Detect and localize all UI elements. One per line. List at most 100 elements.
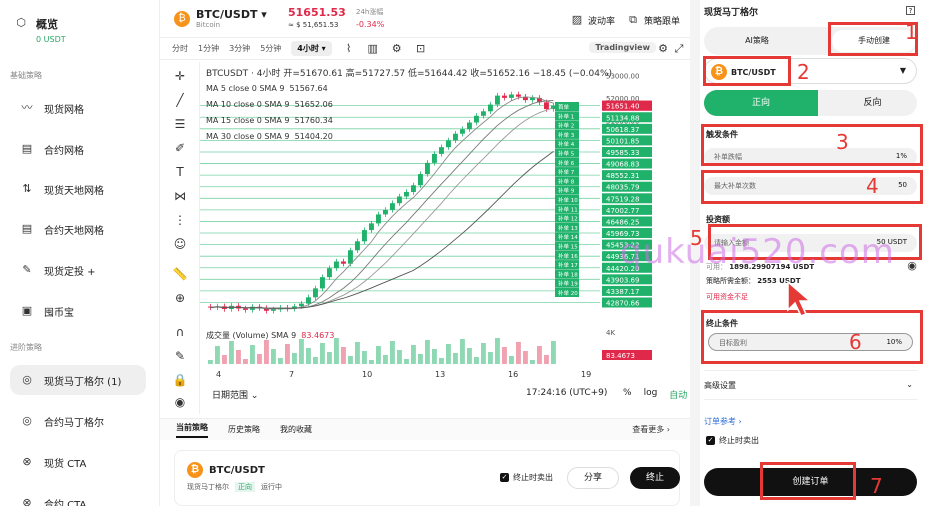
sidebar: ⬡ 概览 0 USDT 基础策略 〰现货网格 ▤ 合约网格 ⇅ 现货天地网格 ▤ 合约… — [0, 0, 160, 506]
grid-price-label: 47002.77 — [606, 207, 639, 215]
order-label: 补单 9 — [558, 187, 575, 195]
date-range-button[interactable]: 日期范围 ⌄ — [212, 388, 258, 401]
auto-toggle[interactable]: 自动 — [669, 388, 687, 401]
candle-body — [453, 133, 458, 141]
lock-draw-icon[interactable]: ✎ — [172, 348, 188, 364]
sidebar-item-spot-dca[interactable]: ✎ 现货定投 + — [10, 255, 146, 285]
magnet-icon[interactable]: ∩ — [172, 324, 188, 340]
mode-ai-tab[interactable]: AI策略 — [704, 27, 810, 55]
direction-short-button[interactable]: 反向 — [828, 90, 917, 116]
sidebar-item-label: 现货网格 — [44, 104, 84, 116]
candle-type-icon[interactable]: ▥ — [366, 42, 380, 56]
direction-long-button[interactable]: 正向 — [704, 90, 818, 116]
tradingview-toggle[interactable]: Tradingview — [589, 42, 656, 53]
stop-sell-checkbox[interactable]: ✓ 终止时卖出 — [706, 435, 759, 446]
card-direction-tag: 正向 — [235, 482, 255, 492]
candle-body — [306, 297, 311, 304]
camera-icon[interactable]: ⊡ — [414, 42, 428, 56]
volume-bar — [502, 347, 507, 364]
tf-3m[interactable]: 3分钟 — [229, 43, 250, 54]
lock-icon[interactable]: 🔒 — [172, 372, 188, 388]
sidebar-item-spot-grid[interactable]: 〰现货网格 — [10, 93, 146, 123]
candle-body — [397, 196, 402, 204]
trendline-icon[interactable]: ╱ — [172, 92, 188, 108]
candle-body — [439, 147, 444, 154]
text-icon[interactable]: T — [172, 164, 188, 180]
zoom-in-icon[interactable]: ⊕ — [172, 290, 188, 306]
volume-bar — [516, 342, 521, 364]
main-panel: ₿ BTC/USDT ▾ Bitcoin 51651.53 ≈ $ 51,651… — [160, 0, 690, 506]
price-chart[interactable]: 53000.0052000.0051000.0050000.0049000.00… — [200, 62, 690, 386]
candle-body — [460, 129, 465, 134]
card-stop-sell-checkbox[interactable]: ✓ 终止时卖出 — [500, 472, 553, 483]
sidebar-item-hodl[interactable]: ▣ 囤币宝 — [10, 296, 146, 326]
hlines-icon[interactable]: ☰ — [172, 116, 188, 132]
copy-trade-button[interactable]: ⧉ 策略跟单 — [626, 13, 680, 27]
advanced-settings[interactable]: 高级设置 ⌄ — [704, 370, 917, 400]
candle-body — [544, 102, 549, 110]
candle-body — [362, 230, 367, 242]
volatility-button[interactable]: ▨ 波动率 — [570, 13, 615, 27]
candle-body — [348, 250, 353, 264]
tf-5m[interactable]: 5分钟 — [260, 43, 281, 54]
indicator-icon[interactable]: ⌇ — [342, 42, 356, 56]
brush-icon[interactable]: ✐ — [172, 140, 188, 156]
coin-box-icon: ▣ — [21, 304, 33, 317]
stop-button[interactable]: 终止 — [630, 467, 680, 489]
candle-body — [502, 95, 507, 98]
settings-icon[interactable]: ⚙ — [390, 42, 404, 56]
volume-bar — [299, 339, 304, 364]
help-icon[interactable]: ? — [906, 6, 915, 15]
sidebar-item-label: 合约天地网格 — [44, 225, 104, 237]
sidebar-item-futures-cta[interactable]: ⊗ 合约 CTA — [10, 488, 146, 506]
tf-1m[interactable]: 1分钟 — [198, 43, 219, 54]
emoji-icon[interactable]: ☺ — [172, 236, 188, 252]
tf-4h[interactable]: 4小时 ▾ — [291, 41, 332, 56]
order-label: 补单 14 — [558, 233, 578, 241]
sidebar-item-spot-martingale[interactable]: ◎ 现货马丁格尔 (1) — [10, 365, 146, 395]
sidebar-item-spot-infinity-grid[interactable]: ⇅ 现货天地网格 — [10, 174, 146, 204]
annotation-number-4: 4 — [866, 174, 879, 198]
ruler-icon[interactable]: 📏 — [172, 266, 188, 282]
tab-favorites[interactable]: 我的收藏 — [280, 424, 312, 435]
pct-toggle[interactable]: % — [623, 388, 632, 401]
crosshair-icon[interactable]: ✛ — [172, 68, 188, 84]
strategy-card: ₿ BTC/USDT 现货马丁格尔 正向 运行中 ✓ 终止时卖出 分享 终止 — [174, 450, 680, 506]
volume-legend: 成交量 (Volume) SMA 9 83.4673 — [206, 330, 334, 341]
app-window: ⬡ 概览 0 USDT 基础策略 〰现货网格 ▤ 合约网格 ⇅ 现货天地网格 ▤ 合约… — [0, 0, 929, 506]
tab-history[interactable]: 历史策略 — [228, 424, 260, 435]
volume-bar — [229, 341, 234, 364]
sidebar-item-futures-infinity-grid[interactable]: ▤ 合约天地网格 — [10, 214, 146, 244]
tab-current[interactable]: 当前策略 — [176, 422, 208, 438]
log-toggle[interactable]: log — [644, 388, 658, 401]
ma-label: MA 15 close 0 SMA 9 — [206, 116, 290, 125]
pair-header: ₿ BTC/USDT ▾ Bitcoin 51651.53 ≈ $ 51,651… — [160, 0, 690, 38]
insufficient-warning: 可用资金不足 — [706, 293, 748, 301]
overview[interactable]: ⬡ 概览 0 USDT — [14, 16, 65, 44]
candle-body — [418, 174, 423, 186]
order-reference-link[interactable]: 订单参考 › — [704, 416, 742, 427]
sidebar-item-futures-martingale[interactable]: ◎ 合约马丁格尔 — [10, 406, 146, 436]
candle-body — [509, 94, 514, 98]
fullscreen-icon[interactable]: ⤢ — [672, 42, 686, 56]
pair-selector[interactable]: BTC/USDT ▾ — [196, 8, 267, 21]
share-button[interactable]: 分享 — [567, 467, 619, 489]
eye-icon[interactable]: ◉ — [172, 394, 188, 410]
order-label: 补单 1 — [558, 112, 574, 120]
chevron-down-icon: ▼ — [899, 66, 906, 75]
annotation-number-1: 1 — [905, 20, 918, 44]
tf-line[interactable]: 分时 — [172, 43, 188, 54]
view-more-link[interactable]: 查看更多 › — [632, 424, 670, 435]
mouse-cursor-icon — [787, 280, 813, 317]
section-advanced: 进阶策略 — [10, 343, 42, 352]
pattern-icon[interactable]: ⋈ — [172, 188, 188, 204]
volume-bar — [432, 349, 437, 364]
volume-bar — [453, 353, 458, 364]
fib-icon[interactable]: ⋮ — [172, 212, 188, 228]
sidebar-item-spot-cta[interactable]: ⊗ 现货 CTA — [10, 447, 146, 477]
sidebar-item-futures-grid[interactable]: ▤ 合约网格 — [10, 134, 146, 164]
add-funds-icon[interactable]: ◉ — [905, 259, 919, 273]
volume-bar — [537, 346, 542, 364]
settings-icon[interactable]: ⚙ — [656, 42, 670, 56]
volume-bar — [341, 347, 346, 364]
